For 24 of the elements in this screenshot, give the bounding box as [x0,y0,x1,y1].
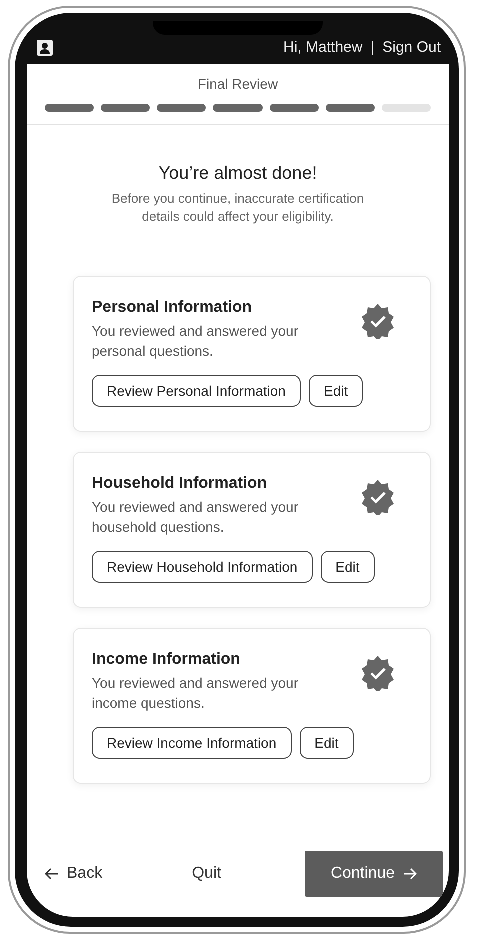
right-arrow-icon [403,867,417,881]
intro-text: Before you continue, inaccurate certification details could affect your eligibility. [110,190,366,226]
section-title: Personal Information [92,299,254,317]
left-arrow-icon [45,867,59,881]
review-button[interactable]: Review Household Information [92,551,313,583]
quit-button[interactable]: Quit [186,859,228,889]
edit-button[interactable]: Edit [300,727,354,759]
step-title: Final Review [198,76,278,92]
edit-button[interactable]: Edit [308,375,364,407]
edit-button[interactable]: Edit [320,551,375,583]
review-button[interactable]: Review Income Information [92,727,292,759]
user-icon[interactable] [37,40,53,56]
section-description: You reviewed and answered your personal questions. [92,322,300,361]
continue-button[interactable]: Continue [304,851,443,897]
review-button[interactable]: Review Personal Information [92,375,301,407]
section-description: You reviewed and answered your household questions. [92,498,300,537]
sign-out-link[interactable]: Sign Out [382,39,441,56]
section-title: Income Information [92,651,242,669]
greeting-text: Hi, Matthew [284,39,363,56]
page-heading: You’re almost done! [158,163,318,184]
section-description: You reviewed and answered your income questions. [92,674,300,713]
separator-text: | [370,39,375,56]
section-title: Household Information [92,475,268,493]
back-button[interactable]: Back [39,859,109,889]
